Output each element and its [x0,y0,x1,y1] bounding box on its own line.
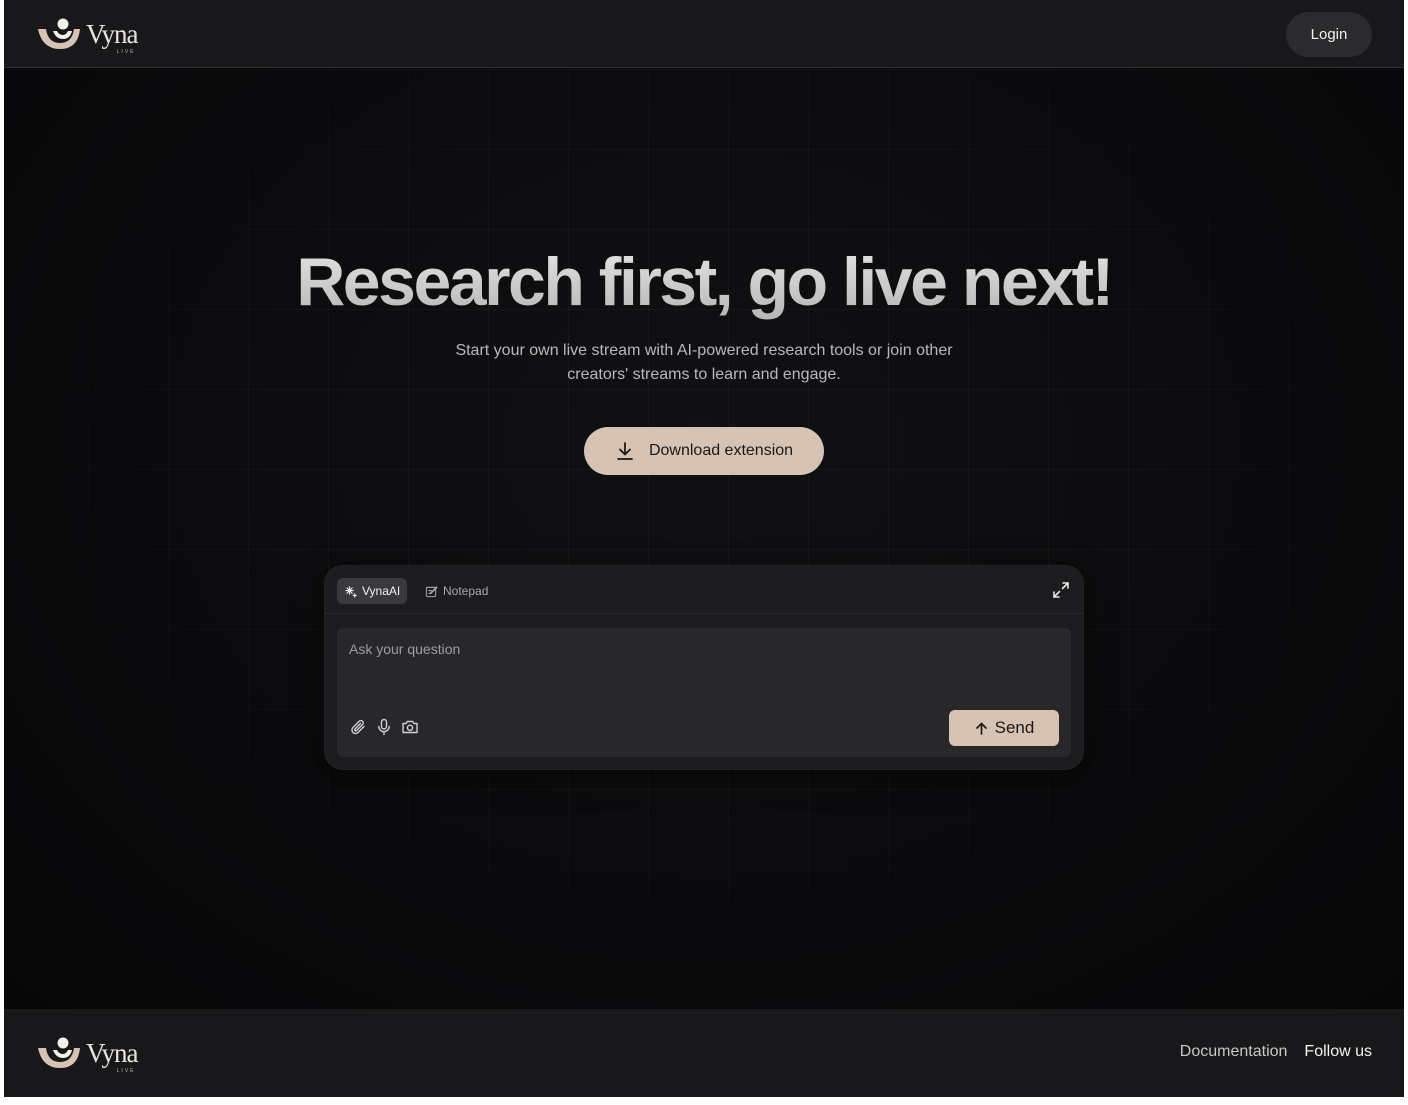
brand-logo[interactable]: Vyna LIVE [36,17,138,55]
voice-button[interactable] [375,718,393,736]
download-extension-label: Download extension [648,442,794,459]
tab-vynaai-label: VynaAI [362,584,401,598]
documentation-link[interactable]: Documentation [1180,1043,1288,1061]
hero-subtitle: Start your own live stream with AI-power… [455,342,953,383]
footer-links: Documentation Follow us [1180,1043,1372,1061]
notepad-icon [425,585,438,597]
tab-vynaai[interactable]: VynaAI [337,578,408,604]
send-button[interactable]: Send [949,710,1059,746]
send-label: Send [994,718,1035,737]
chat-tab-bar: VynaAI Notepad [325,566,1083,614]
follow-us-link[interactable]: Follow us [1304,1043,1372,1061]
attach-button[interactable] [349,718,367,736]
page: Vyna LIVE Login Research first, go live n… [4,0,1404,1097]
paperclip-icon [351,719,365,735]
logo-subtext: LIVE [116,48,136,55]
arrow-up-icon [975,722,987,735]
expand-icon[interactable] [1051,580,1071,600]
logo-text: Vyna LIVE [86,1037,138,1074]
question-input-box: Send [337,628,1071,757]
footer: Vyna LIVE Documentation Follow us [4,1009,1404,1097]
camera-button[interactable] [401,718,419,736]
logo-subtext: LIVE [116,1067,136,1074]
hero-section: Research first, go live next! Start your… [4,69,1404,1009]
sparkle-icon [345,585,357,598]
footer-brand-logo[interactable]: Vyna LIVE [36,1036,138,1074]
microphone-icon [378,718,390,736]
download-icon [617,442,633,460]
grid-background [4,69,1404,949]
top-navbar: Vyna LIVE Login [4,0,1404,68]
login-button[interactable]: Login [1286,12,1372,57]
tab-notepad-label: Notepad [443,584,489,598]
hero-title: Research first, go live next! [4,243,1404,321]
chat-widget: VynaAI Notepad Ask your question Send [325,566,1083,769]
camera-icon [402,720,418,734]
input-toolbar [349,718,419,736]
logo-mark-icon [38,18,80,49]
logo-mark-icon [38,1037,80,1068]
logo-text: Vyna LIVE [86,18,138,55]
download-extension-button[interactable]: Download extension [584,427,824,475]
tab-notepad[interactable]: Notepad [418,578,495,604]
question-input[interactable] [337,628,1071,698]
